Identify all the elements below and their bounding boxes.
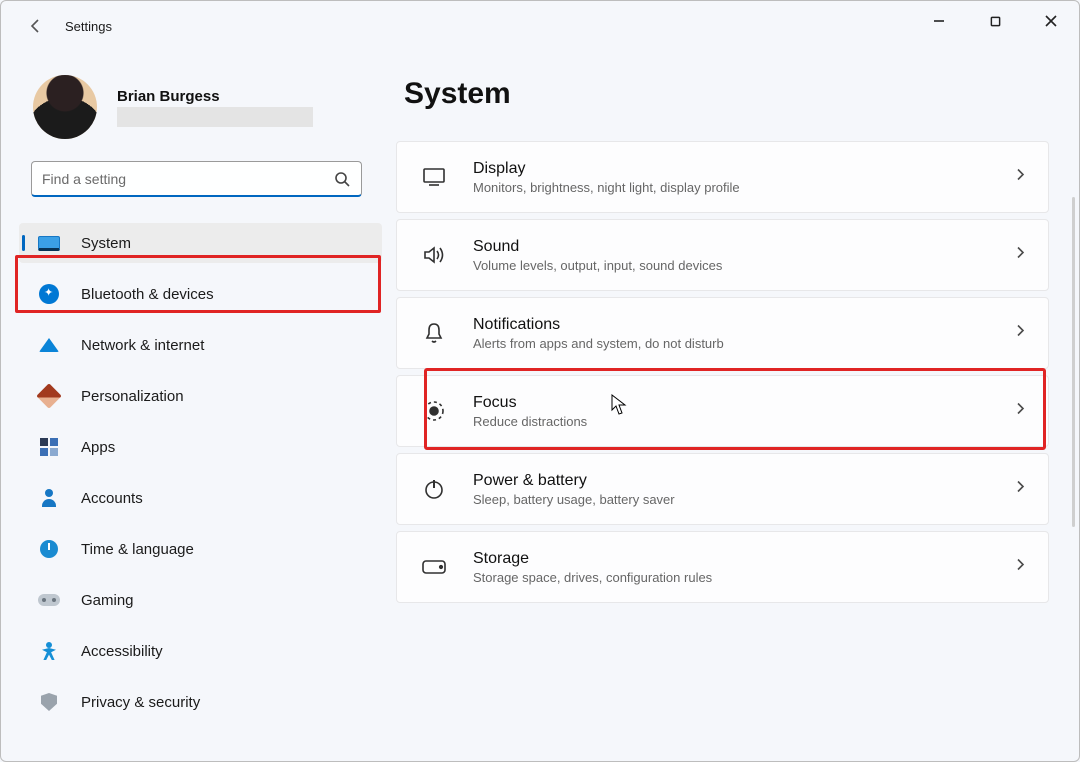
card-text: Storage Storage space, drives, configura… xyxy=(473,549,712,585)
card-title: Notifications xyxy=(473,315,724,335)
maximize-button[interactable] xyxy=(967,1,1023,41)
sidebar-item-network-internet[interactable]: Network & internet xyxy=(19,325,382,365)
chevron-right-icon xyxy=(1014,168,1026,187)
card-title: Storage xyxy=(473,549,712,569)
accessibility-icon xyxy=(37,639,61,663)
sidebar-item-label: System xyxy=(81,235,131,252)
close-button[interactable] xyxy=(1023,1,1079,41)
sidebar-item-gaming[interactable]: Gaming xyxy=(19,580,382,620)
card-subtitle: Volume levels, output, input, sound devi… xyxy=(473,258,722,273)
back-button[interactable] xyxy=(25,15,47,37)
nav-list: System Bluetooth & devices Network & int… xyxy=(13,223,382,722)
card-title: Display xyxy=(473,159,740,179)
chevron-right-icon xyxy=(1014,324,1026,343)
apps-icon xyxy=(37,435,61,459)
person-icon xyxy=(37,486,61,510)
sidebar-item-label: Time & language xyxy=(81,541,194,558)
card-subtitle: Storage space, drives, configuration rul… xyxy=(473,570,712,585)
avatar xyxy=(33,75,97,139)
gamepad-icon xyxy=(37,588,61,612)
bluetooth-icon xyxy=(37,282,61,306)
sidebar-item-privacy-security[interactable]: Privacy & security xyxy=(19,682,382,722)
bell-icon xyxy=(421,320,447,346)
sidebar-item-label: Privacy & security xyxy=(81,694,200,711)
sidebar-item-time-language[interactable]: Time & language xyxy=(19,529,382,569)
scrollbar[interactable] xyxy=(1072,197,1075,527)
card-title: Sound xyxy=(473,237,722,257)
shield-icon xyxy=(37,690,61,714)
minimize-button[interactable] xyxy=(911,1,967,41)
chevron-right-icon xyxy=(1014,246,1026,265)
paintbrush-icon xyxy=(37,384,61,408)
sidebar-item-accessibility[interactable]: Accessibility xyxy=(19,631,382,671)
sidebar-item-system[interactable]: System xyxy=(19,223,382,263)
sidebar-item-accounts[interactable]: Accounts xyxy=(19,478,382,518)
user-name: Brian Burgess xyxy=(117,88,313,105)
settings-card-focus[interactable]: Focus Reduce distractions xyxy=(396,375,1049,447)
card-title: Power & battery xyxy=(473,471,675,491)
card-text: Focus Reduce distractions xyxy=(473,393,587,429)
settings-card-power-battery[interactable]: Power & battery Sleep, battery usage, ba… xyxy=(396,453,1049,525)
card-subtitle: Reduce distractions xyxy=(473,414,587,429)
card-text: Power & battery Sleep, battery usage, ba… xyxy=(473,471,675,507)
chevron-right-icon xyxy=(1014,558,1026,577)
user-email-placeholder xyxy=(117,107,313,127)
storage-icon xyxy=(421,554,447,580)
settings-card-storage[interactable]: Storage Storage space, drives, configura… xyxy=(396,531,1049,603)
chevron-right-icon xyxy=(1014,480,1026,499)
card-subtitle: Sleep, battery usage, battery saver xyxy=(473,492,675,507)
system-icon xyxy=(37,231,61,255)
card-text: Sound Volume levels, output, input, soun… xyxy=(473,237,722,273)
sidebar-item-personalization[interactable]: Personalization xyxy=(19,376,382,416)
card-subtitle: Monitors, brightness, night light, displ… xyxy=(473,180,740,195)
search-input[interactable] xyxy=(31,161,362,197)
sidebar-item-bluetooth-devices[interactable]: Bluetooth & devices xyxy=(19,274,382,314)
settings-card-sound[interactable]: Sound Volume levels, output, input, soun… xyxy=(396,219,1049,291)
sidebar-item-label: Accounts xyxy=(81,490,143,507)
sidebar: Brian Burgess System Bluetooth & devices xyxy=(1,51,396,761)
card-title: Focus xyxy=(473,393,587,413)
settings-window: Settings Brian Burgess xyxy=(0,0,1080,762)
settings-card-notifications[interactable]: Notifications Alerts from apps and syste… xyxy=(396,297,1049,369)
card-text: Display Monitors, brightness, night ligh… xyxy=(473,159,740,195)
titlebar: Settings xyxy=(1,1,1079,51)
sidebar-item-label: Gaming xyxy=(81,592,134,609)
app-title: Settings xyxy=(65,19,112,34)
sidebar-item-label: Bluetooth & devices xyxy=(81,286,214,303)
sidebar-item-apps[interactable]: Apps xyxy=(19,427,382,467)
card-subtitle: Alerts from apps and system, do not dist… xyxy=(473,336,724,351)
clock-globe-icon xyxy=(37,537,61,561)
sound-icon xyxy=(421,242,447,268)
settings-card-display[interactable]: Display Monitors, brightness, night ligh… xyxy=(396,141,1049,213)
sidebar-item-label: Apps xyxy=(81,439,115,456)
display-icon xyxy=(421,164,447,190)
content-area: System Display Monitors, brightness, nig… xyxy=(396,51,1079,761)
card-text: Notifications Alerts from apps and syste… xyxy=(473,315,724,351)
window-controls xyxy=(911,1,1079,41)
user-account-block[interactable]: Brian Burgess xyxy=(13,51,382,161)
wifi-icon xyxy=(37,333,61,357)
page-title: System xyxy=(404,77,1049,111)
search-wrapper xyxy=(31,161,362,197)
search-icon xyxy=(334,171,350,187)
focus-icon xyxy=(421,398,447,424)
sidebar-item-label: Personalization xyxy=(81,388,184,405)
sidebar-item-label: Network & internet xyxy=(81,337,204,354)
power-icon xyxy=(421,476,447,502)
sidebar-item-label: Accessibility xyxy=(81,643,163,660)
chevron-right-icon xyxy=(1014,402,1026,421)
